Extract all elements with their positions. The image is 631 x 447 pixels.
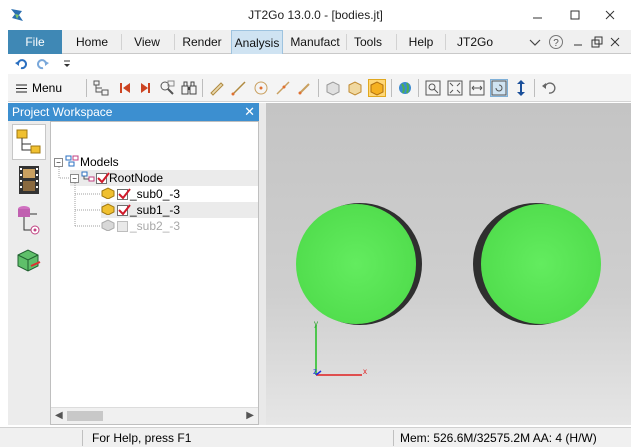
pane-splitter[interactable] bbox=[259, 103, 266, 425]
svg-text:?: ? bbox=[553, 38, 559, 49]
box-icon[interactable] bbox=[324, 79, 342, 97]
tab-home[interactable]: Home bbox=[72, 30, 112, 54]
hamburger-icon bbox=[16, 79, 27, 99]
tab-jt2go[interactable]: JT2Go bbox=[452, 30, 498, 54]
close-button[interactable] bbox=[600, 6, 620, 24]
scroll-thumb[interactable] bbox=[67, 411, 103, 421]
arc-icon[interactable] bbox=[274, 79, 292, 97]
restore-ribbon-icon[interactable] bbox=[588, 33, 606, 51]
globe-icon[interactable] bbox=[396, 79, 414, 97]
zoom-area-icon[interactable] bbox=[158, 79, 176, 97]
zoom-window-icon[interactable] bbox=[446, 79, 464, 97]
close-pane-icon[interactable]: ✕ bbox=[244, 104, 255, 120]
title-bar: JT2Go 13.0.0 - [bodies.jt] bbox=[0, 0, 631, 30]
menu-button[interactable]: Menu bbox=[16, 78, 62, 98]
project-workspace-title: Project Workspace bbox=[12, 105, 113, 119]
customize-icon[interactable] bbox=[58, 55, 76, 73]
horizontal-scrollbar[interactable]: ◀ ▶ bbox=[51, 407, 258, 424]
undo-icon[interactable] bbox=[12, 55, 30, 73]
tab-view[interactable]: View bbox=[128, 30, 166, 54]
sphere-body bbox=[296, 204, 416, 324]
tab-help[interactable]: Help bbox=[406, 30, 436, 54]
tab-analysis[interactable]: Analysis bbox=[231, 30, 283, 54]
maximize-button[interactable] bbox=[565, 6, 585, 24]
help-icon[interactable]: ? bbox=[547, 33, 565, 51]
next-step-icon[interactable] bbox=[136, 79, 154, 97]
tab-render[interactable]: Render bbox=[178, 30, 226, 54]
status-help-text: For Help, press F1 bbox=[92, 431, 192, 445]
menu-label: Menu bbox=[32, 81, 63, 95]
cube-export-icon[interactable] bbox=[12, 242, 46, 278]
circle-icon[interactable] bbox=[252, 79, 270, 97]
model-tree: − Models − RootNode _sub0_-3 _sub1_-3 _sub… bbox=[50, 121, 259, 425]
workspace-side-tabs bbox=[8, 121, 50, 425]
heart-icon[interactable] bbox=[526, 33, 544, 51]
3d-viewport[interactable]: y x z bbox=[266, 103, 631, 425]
undo-view-icon[interactable] bbox=[540, 79, 558, 97]
pan-vertical-icon[interactable] bbox=[512, 79, 530, 97]
tree-connectors bbox=[58, 167, 101, 227]
quick-access-toolbar bbox=[8, 54, 631, 74]
close-document-icon[interactable] bbox=[606, 33, 624, 51]
assembly-tree-icon[interactable] bbox=[92, 79, 110, 97]
film-icon[interactable] bbox=[12, 162, 46, 198]
line-icon[interactable] bbox=[230, 79, 248, 97]
fit-width-icon[interactable] bbox=[468, 79, 486, 97]
rotate-icon[interactable] bbox=[490, 79, 508, 97]
redo-icon[interactable] bbox=[34, 55, 52, 73]
box-open-icon[interactable] bbox=[346, 79, 364, 97]
sphere-body bbox=[481, 204, 601, 324]
minimize-button[interactable] bbox=[528, 6, 548, 24]
measure-icon[interactable] bbox=[208, 79, 226, 97]
scroll-right-icon[interactable]: ▶ bbox=[246, 410, 254, 421]
minimize-ribbon-icon[interactable] bbox=[569, 33, 587, 51]
sphere-right[interactable] bbox=[473, 203, 601, 325]
tab-tools[interactable]: Tools bbox=[350, 30, 386, 54]
first-step-icon[interactable] bbox=[116, 79, 134, 97]
fit-icon[interactable] bbox=[424, 79, 442, 97]
main-toolbar: Menu bbox=[8, 74, 631, 102]
assembly-icon[interactable] bbox=[12, 124, 46, 160]
binoculars-icon[interactable] bbox=[180, 79, 198, 97]
triad-z-label: z bbox=[313, 367, 317, 376]
box-solid-icon[interactable] bbox=[368, 79, 386, 97]
sphere-left[interactable] bbox=[296, 203, 422, 325]
database-icon[interactable] bbox=[12, 202, 46, 238]
pen-icon[interactable] bbox=[296, 79, 314, 97]
scroll-left-icon[interactable]: ◀ bbox=[55, 410, 63, 421]
triad-x-label: x bbox=[363, 367, 367, 376]
triad-y-label: y bbox=[314, 319, 318, 328]
axis-triad: y x z bbox=[313, 319, 367, 376]
tab-file[interactable]: File bbox=[8, 30, 62, 54]
status-bar: For Help, press F1 Mem: 526.6M/32575.2M … bbox=[0, 427, 631, 447]
tab-manufact[interactable]: Manufact bbox=[287, 30, 343, 54]
ribbon-tab-bar: File Home View Render Analysis Manufact … bbox=[8, 30, 631, 54]
project-workspace-header: Project Workspace ✕ bbox=[8, 103, 259, 121]
status-memory-text: Mem: 526.6M/32575.2M AA: 4 (H/W) bbox=[400, 431, 597, 445]
